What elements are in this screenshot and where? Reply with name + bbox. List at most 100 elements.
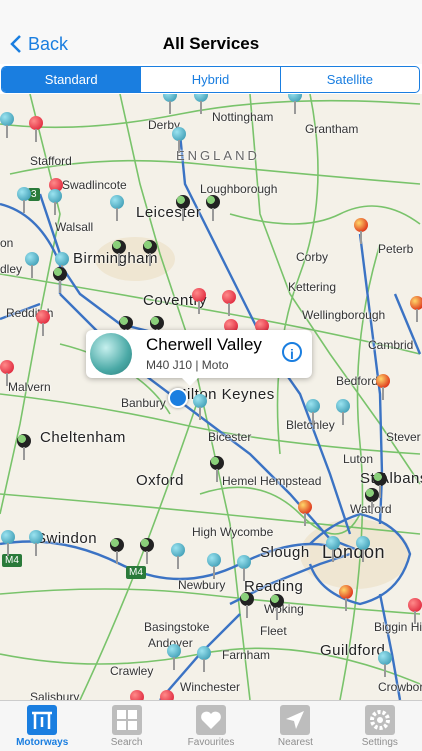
service-name: Cherwell Valley (146, 335, 262, 354)
service-pin[interactable] (197, 646, 211, 672)
tab-motorways[interactable]: Motorways (0, 701, 84, 751)
place-label: Bedford (336, 374, 379, 388)
tab-settings[interactable]: Settings (338, 701, 422, 751)
service-pin[interactable] (167, 644, 181, 670)
place-label: ENGLAND (176, 148, 260, 163)
service-pin[interactable] (408, 598, 422, 624)
tab-favourites[interactable]: Favourites (169, 701, 253, 751)
gear-icon (364, 705, 395, 735)
service-pin[interactable] (376, 374, 390, 400)
place-label: Swindon (36, 530, 98, 547)
service-pin[interactable] (172, 127, 186, 153)
service-pin[interactable] (171, 543, 185, 569)
place-label: Stever (386, 430, 421, 444)
service-pin[interactable] (110, 195, 124, 221)
service-pin[interactable] (240, 592, 254, 618)
service-pin[interactable] (25, 252, 39, 278)
tab-label: Settings (361, 737, 398, 748)
service-pin[interactable] (53, 267, 67, 293)
place-label: on (0, 236, 14, 250)
place-label: Hemel Hempstead (222, 474, 322, 488)
service-pin[interactable] (29, 530, 43, 556)
service-pin[interactable] (373, 472, 387, 498)
segment-hybrid[interactable]: Hybrid (140, 67, 279, 92)
service-pin[interactable] (119, 316, 133, 342)
service-pin[interactable] (356, 536, 370, 562)
segment-satellite[interactable]: Satellite (279, 67, 419, 92)
service-pin[interactable] (326, 536, 340, 562)
service-pin[interactable] (339, 585, 353, 611)
place-label: Winchester (180, 680, 241, 694)
service-pin[interactable] (298, 500, 312, 526)
segment-standard[interactable]: Standard (2, 67, 141, 92)
service-pin[interactable] (210, 456, 224, 482)
service-pin[interactable] (176, 195, 190, 221)
service-pin[interactable] (222, 290, 236, 316)
place-label: Cheltenham (40, 429, 126, 446)
service-pin[interactable] (17, 434, 31, 460)
service-pin[interactable] (29, 116, 43, 142)
service-pin[interactable] (112, 240, 126, 266)
place-label: Swadlincote (62, 178, 127, 192)
place-label: Stafford (30, 154, 72, 168)
navigation-bar: Back All Services (0, 0, 422, 64)
place-label: Milton Keynes (174, 386, 275, 403)
service-pin[interactable] (270, 594, 284, 620)
place-label: Fleet (260, 624, 287, 638)
place-label: Walsall (55, 220, 94, 234)
place-label: Reading (244, 578, 304, 595)
service-pin[interactable] (0, 360, 14, 386)
service-pin[interactable] (160, 690, 174, 700)
place-label: Loughborough (200, 182, 278, 196)
tab-nearest[interactable]: Nearest (253, 701, 337, 751)
place-label: Salisbury (30, 690, 80, 700)
service-pin[interactable] (193, 394, 207, 420)
service-pin[interactable] (237, 555, 251, 581)
map-view[interactable]: Derby Nottingham Grantham Stafford ENGLA… (0, 94, 422, 700)
services-sign-icon (111, 705, 142, 735)
service-pin[interactable] (378, 651, 392, 677)
service-pin[interactable] (150, 316, 164, 342)
service-pin[interactable] (306, 399, 320, 425)
service-pin[interactable] (55, 252, 69, 278)
map-type-segmented-control: Standard Hybrid Satellite (1, 66, 420, 93)
place-label: Grantham (305, 122, 359, 136)
info-icon[interactable]: i (282, 342, 302, 362)
road-number-tag: M4 (126, 566, 146, 579)
service-pin[interactable] (36, 310, 50, 336)
place-label: dley (0, 262, 23, 276)
service-detail: M40 J10 | Moto (146, 358, 229, 372)
place-label: Newbury (178, 578, 226, 592)
service-pin[interactable] (207, 553, 221, 579)
place-label: Wellingborough (302, 308, 386, 322)
service-pin[interactable] (140, 538, 154, 564)
heart-icon (196, 705, 227, 735)
service-pin[interactable] (17, 187, 31, 213)
place-label: Leicester (136, 204, 202, 221)
service-pin[interactable] (336, 399, 350, 425)
tab-search[interactable]: Search (84, 701, 168, 751)
service-pin[interactable] (143, 240, 157, 266)
service-pin[interactable] (410, 296, 422, 322)
service-pin[interactable] (48, 189, 62, 215)
place-label: Nottingham (212, 110, 274, 124)
service-pin[interactable] (0, 112, 14, 138)
place-label: Banbury (121, 396, 166, 410)
place-label: Crowboro (378, 680, 422, 694)
place-label: St Albans (360, 470, 422, 487)
service-pin[interactable] (354, 218, 368, 244)
place-label: High Wycombe (192, 525, 274, 539)
service-pin[interactable] (192, 288, 206, 314)
service-pin[interactable] (1, 530, 15, 556)
service-pin[interactable] (110, 538, 124, 564)
tab-label: Nearest (277, 737, 313, 748)
service-pin[interactable] (365, 488, 379, 514)
place-label: Peterb (378, 242, 414, 256)
place-label: Luton (343, 452, 374, 466)
location-arrow-icon (280, 705, 311, 735)
service-pin[interactable] (206, 195, 220, 221)
service-callout[interactable]: Cherwell Valley M40 J10 | Moto i (86, 330, 312, 386)
place-label: Bletchley (286, 418, 335, 432)
service-pin[interactable] (130, 690, 144, 700)
page-title: All Services (162, 34, 260, 53)
